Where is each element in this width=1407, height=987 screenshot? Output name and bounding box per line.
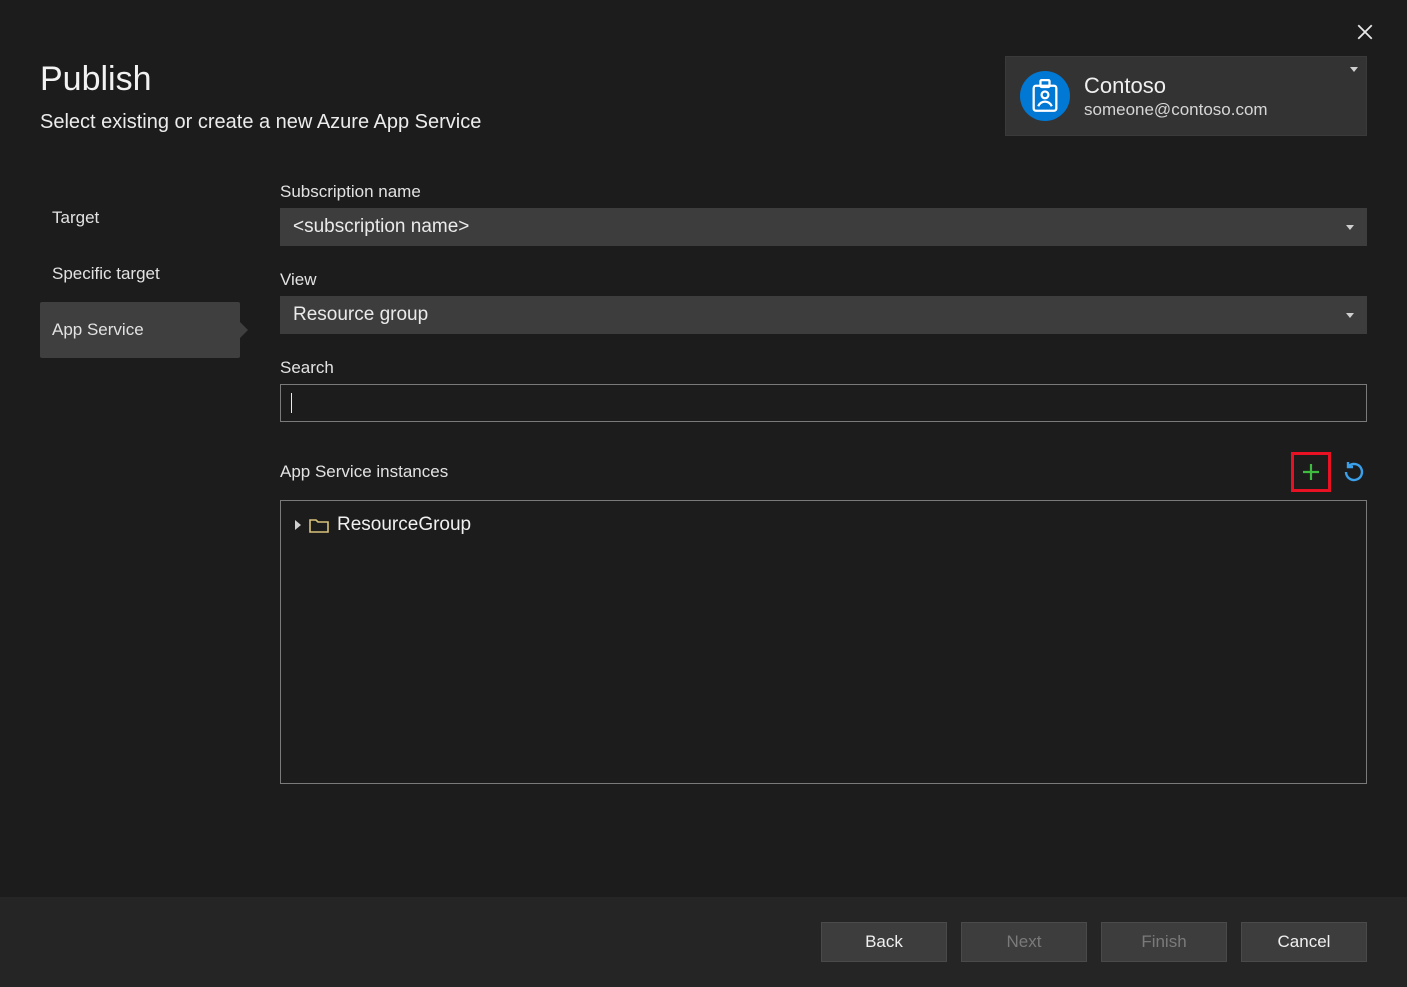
add-instance-button[interactable] <box>1291 452 1331 492</box>
view-value: Resource group <box>293 304 428 326</box>
chevron-right-icon <box>295 520 301 530</box>
chevron-down-icon <box>1350 67 1358 72</box>
next-button: Next <box>961 922 1087 962</box>
cancel-button[interactable]: Cancel <box>1241 922 1367 962</box>
plus-icon <box>1301 462 1321 482</box>
back-button[interactable]: Back <box>821 922 947 962</box>
refresh-button[interactable] <box>1341 459 1367 485</box>
subscription-dropdown[interactable]: <subscription name> <box>280 208 1367 246</box>
sidebar-item-target[interactable]: Target <box>40 190 240 246</box>
button-label: Cancel <box>1278 932 1331 952</box>
chevron-down-icon <box>1346 313 1354 318</box>
account-email: someone@contoso.com <box>1084 99 1268 120</box>
sidebar-item-app-service[interactable]: App Service <box>40 302 240 358</box>
refresh-icon <box>1342 460 1366 484</box>
instances-tree[interactable]: ResourceGroup <box>280 500 1367 784</box>
view-dropdown[interactable]: Resource group <box>280 296 1367 334</box>
search-input[interactable] <box>280 384 1367 422</box>
search-label: Search <box>280 358 1367 378</box>
wizard-sidebar: Target Specific target App Service <box>40 182 240 897</box>
text-cursor <box>291 393 292 413</box>
chevron-down-icon <box>1346 225 1354 230</box>
dialog-footer: Back Next Finish Cancel <box>0 897 1407 987</box>
dialog-header: Publish Select existing or create a new … <box>0 0 1407 134</box>
sidebar-item-label: Specific target <box>52 264 160 284</box>
finish-button: Finish <box>1101 922 1227 962</box>
account-name: Contoso <box>1084 72 1268 100</box>
badge-icon <box>1031 79 1059 113</box>
folder-icon <box>309 517 329 533</box>
subscription-label: Subscription name <box>280 182 1367 202</box>
tree-item[interactable]: ResourceGroup <box>295 511 1352 539</box>
button-label: Back <box>865 932 903 952</box>
sidebar-item-label: App Service <box>52 320 144 340</box>
account-switcher[interactable]: Contoso someone@contoso.com <box>1005 56 1367 136</box>
tree-item-label: ResourceGroup <box>337 514 471 536</box>
button-label: Finish <box>1141 932 1186 952</box>
sidebar-item-specific-target[interactable]: Specific target <box>40 246 240 302</box>
subscription-value: <subscription name> <box>293 216 469 238</box>
button-label: Next <box>1007 932 1042 952</box>
sidebar-item-label: Target <box>52 208 99 228</box>
avatar <box>1020 71 1070 121</box>
view-label: View <box>280 270 1367 290</box>
instances-label: App Service instances <box>280 462 448 482</box>
